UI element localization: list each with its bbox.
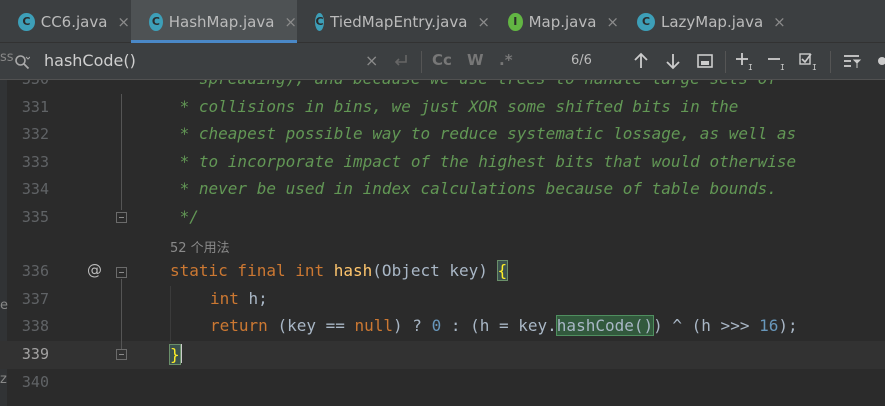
clipped-side-text: ss bbox=[0, 50, 14, 65]
code-line-338: 338 return (key == null) ? 0 : (h = key.… bbox=[0, 313, 885, 341]
matched-brace: } bbox=[169, 344, 181, 365]
tab-tiedmapentry[interactable]: C TiedMapEntry.java × bbox=[297, 0, 490, 43]
code-line-337: 337 int h; bbox=[0, 286, 885, 314]
code-line-340: 340 bbox=[0, 369, 885, 397]
class-icon: C bbox=[315, 12, 325, 31]
matched-brace: { bbox=[496, 260, 509, 281]
add-occurrence-icon[interactable]: I bbox=[735, 51, 755, 71]
tab-lazymap[interactable]: C LazyMap.java × bbox=[619, 0, 789, 43]
line-number: 334 bbox=[21, 180, 49, 198]
tab-label: HashMap.java bbox=[168, 12, 275, 31]
class-icon: C bbox=[18, 12, 35, 31]
separator bbox=[830, 51, 831, 73]
code-comment: * to incorporate impact of the highest b… bbox=[170, 152, 797, 171]
line-number: 331 bbox=[21, 98, 49, 116]
svg-text:I: I bbox=[748, 63, 753, 71]
usage-hint-row: 52 个用法 bbox=[0, 231, 885, 257]
remove-occurrence-icon[interactable]: I bbox=[767, 51, 787, 71]
tab-map[interactable]: I Map.java × bbox=[490, 0, 619, 43]
close-icon[interactable]: × bbox=[284, 13, 297, 31]
override-gutter-icon[interactable]: @ bbox=[87, 261, 102, 279]
code-line-339: 339 } bbox=[0, 341, 885, 369]
match-counter: 6/6 bbox=[571, 53, 592, 68]
arrow-up-icon[interactable] bbox=[631, 51, 651, 71]
editor-tab-bar: C CC6.java × C HashMap.java × C TiedMapE… bbox=[0, 0, 885, 43]
class-icon: C bbox=[149, 12, 163, 31]
code-line-333: 333 * to incorporate impact of the highe… bbox=[0, 149, 885, 177]
clipped-side-text: z bbox=[0, 372, 7, 387]
close-icon[interactable]: × bbox=[117, 13, 130, 31]
code-comment: * cheapest possible way to reduce system… bbox=[170, 124, 797, 143]
fold-guide bbox=[121, 279, 122, 349]
code-text: static final int hash(Object key) { bbox=[170, 260, 509, 281]
code-line-332: 332 * cheapest possible way to reduce sy… bbox=[0, 121, 885, 149]
fold-icon[interactable] bbox=[116, 267, 127, 278]
class-icon: C bbox=[637, 12, 655, 31]
code-comment: * collisions in bins, we just XOR some s… bbox=[170, 97, 739, 116]
search-match-highlight: hashCode() bbox=[555, 315, 655, 336]
tab-label: Map.java bbox=[528, 12, 597, 31]
separator bbox=[421, 51, 422, 73]
more-options-icon[interactable] bbox=[872, 51, 885, 71]
svg-text:I: I bbox=[780, 63, 785, 71]
line-number: 340 bbox=[21, 373, 49, 391]
search-input[interactable]: hashCode() bbox=[44, 51, 136, 70]
text-caret bbox=[179, 344, 182, 363]
regex-toggle[interactable]: .* bbox=[499, 51, 513, 69]
tab-hashmap[interactable]: C HashMap.java × bbox=[131, 0, 297, 43]
new-line-icon[interactable] bbox=[391, 51, 411, 71]
arrow-down-icon[interactable] bbox=[663, 51, 683, 71]
fold-guide bbox=[121, 94, 122, 210]
words-toggle[interactable]: W bbox=[467, 51, 484, 69]
line-number: 338 bbox=[21, 317, 49, 335]
code-text: return (key == null) ? 0 : (h = key.hash… bbox=[210, 315, 798, 336]
line-number: 336 bbox=[21, 262, 49, 280]
tab-cc6[interactable]: C CC6.java × bbox=[0, 0, 130, 43]
code-text: int h; bbox=[210, 289, 268, 308]
close-icon[interactable]: × bbox=[606, 13, 619, 31]
line-number: 333 bbox=[21, 153, 49, 171]
tab-label: CC6.java bbox=[40, 12, 108, 31]
match-case-toggle[interactable]: Cc bbox=[432, 51, 452, 69]
indent-guide bbox=[170, 286, 171, 342]
code-text: } bbox=[169, 344, 182, 365]
svg-text:I: I bbox=[812, 63, 817, 71]
tab-label: TiedMapEntry.java bbox=[330, 12, 468, 31]
close-icon[interactable]: × bbox=[773, 13, 786, 31]
tab-label: LazyMap.java bbox=[661, 12, 764, 31]
clear-search-icon[interactable]: × bbox=[365, 51, 378, 70]
fold-icon[interactable] bbox=[116, 349, 127, 360]
code-comment: */ bbox=[170, 207, 199, 226]
toggle-selection-icon[interactable]: I bbox=[799, 51, 819, 71]
interface-icon: I bbox=[508, 12, 523, 31]
code-line-335: 335 */ bbox=[0, 204, 885, 232]
separator bbox=[725, 51, 726, 73]
line-number: 339 bbox=[21, 345, 49, 363]
fold-icon[interactable] bbox=[116, 212, 127, 223]
code-comment: * never be used in index calculations be… bbox=[170, 179, 777, 198]
filter-icon[interactable] bbox=[842, 51, 862, 71]
close-icon[interactable]: × bbox=[477, 13, 490, 31]
find-bar: hashCode() × Cc W .* 6/6 I I I bbox=[0, 43, 885, 80]
code-line-334: 334 * never be used in index calculation… bbox=[0, 176, 885, 204]
line-number: 335 bbox=[21, 208, 49, 226]
usage-count-link[interactable]: 52 个用法 bbox=[170, 237, 230, 256]
code-line-331: 331 * collisions in bins, we just XOR so… bbox=[0, 94, 885, 122]
select-all-occurrences-icon[interactable] bbox=[695, 51, 715, 71]
clipped-side-text: e bbox=[0, 298, 8, 313]
code-line-336: 336 @ static final int hash(Object key) … bbox=[0, 258, 885, 286]
line-number: 332 bbox=[21, 125, 49, 143]
search-icon[interactable] bbox=[14, 54, 30, 70]
